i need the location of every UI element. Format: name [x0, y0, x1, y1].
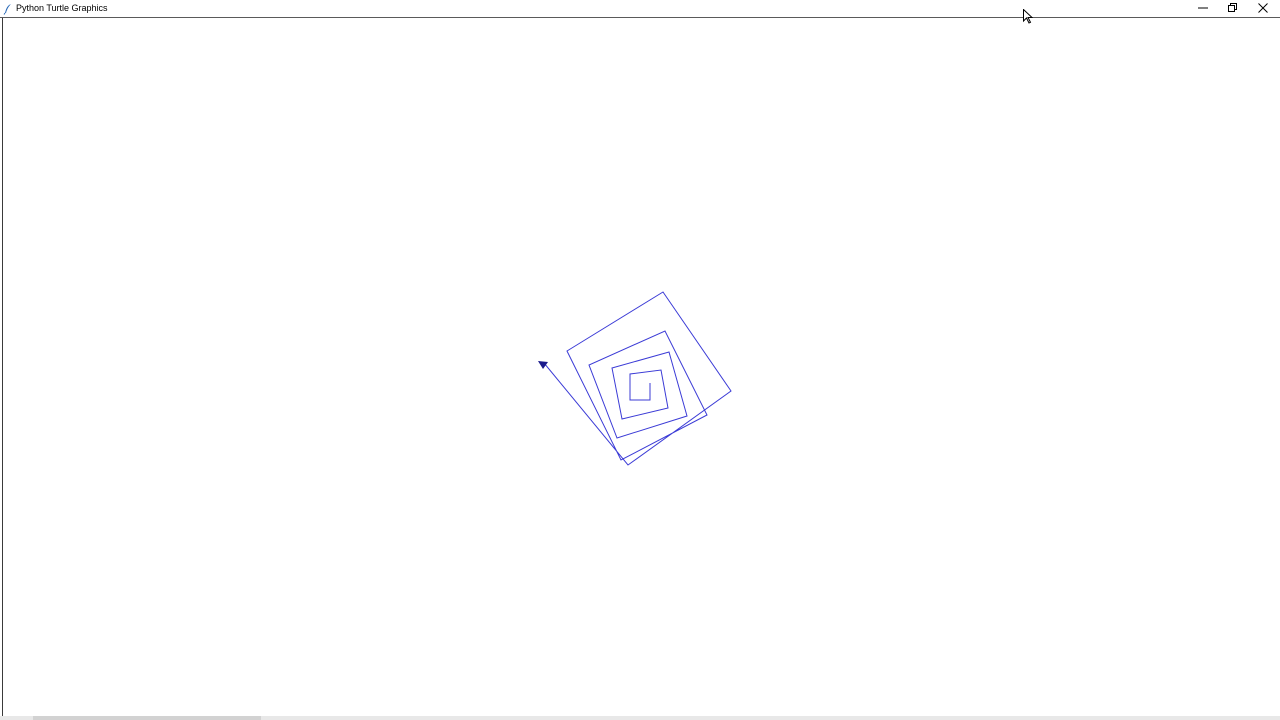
- restore-button[interactable]: [1218, 0, 1248, 15]
- close-icon: [1258, 2, 1268, 13]
- turtle-canvas[interactable]: [2, 18, 1279, 718]
- scroll-thumb[interactable]: [33, 716, 261, 720]
- turtle-window: Python Turtle Graphics: [0, 0, 1280, 720]
- drawing-surface: [538, 291, 732, 466]
- window-title: Python Turtle Graphics: [16, 3, 108, 13]
- mouse-pointer-icon: [1023, 8, 1034, 25]
- minimize-button[interactable]: [1188, 0, 1218, 15]
- spiral-path: [543, 291, 732, 466]
- turtle-arrow-icon: [538, 361, 548, 369]
- minimize-icon: [1198, 3, 1208, 13]
- feather-icon: [3, 2, 13, 15]
- restore-icon: [1228, 2, 1238, 13]
- close-button[interactable]: [1248, 0, 1278, 15]
- title-bar[interactable]: Python Turtle Graphics: [0, 0, 1280, 18]
